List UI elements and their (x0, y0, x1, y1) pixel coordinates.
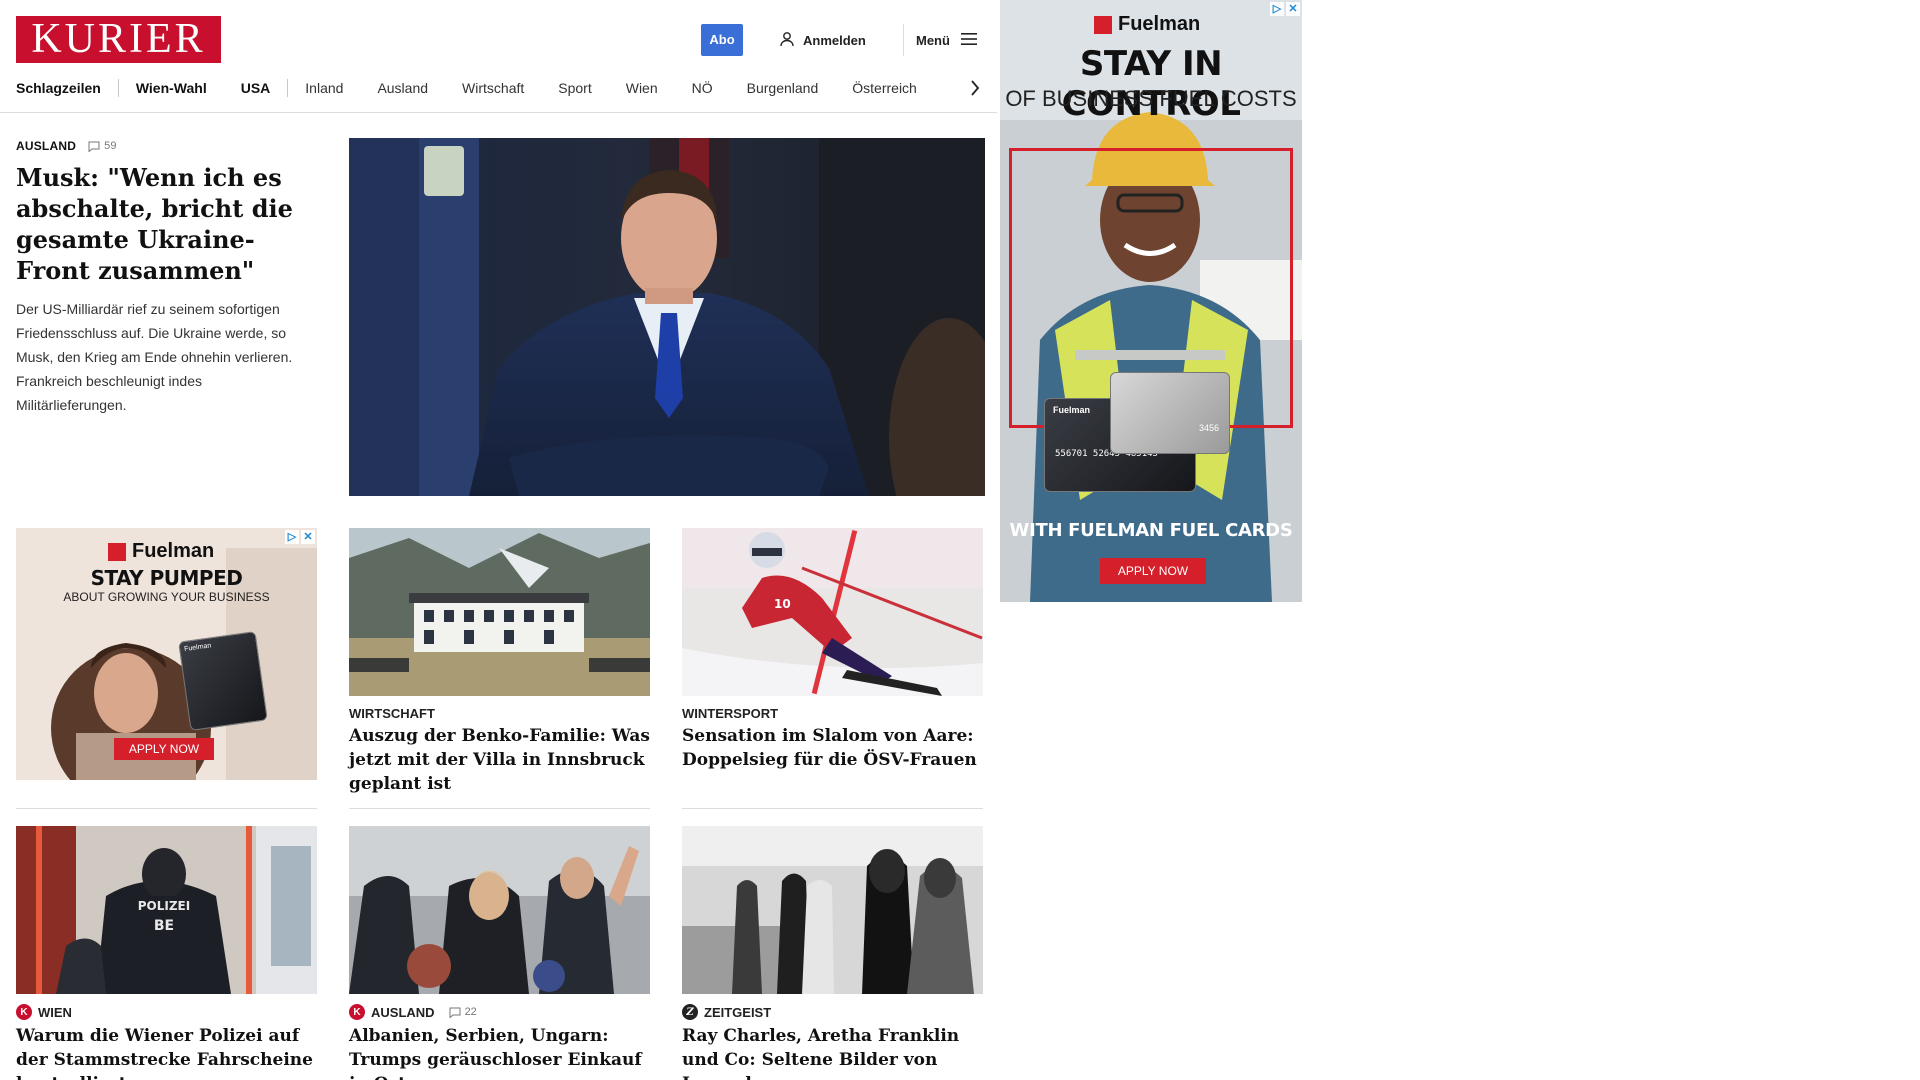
section-nav: Schlagzeilen Wien-Wahl USA Inland Auslan… (16, 76, 934, 100)
card-title[interactable]: Sensation im Slalom von Aare: Doppelsieg… (682, 724, 983, 772)
card-title[interactable]: Albanien, Serbien, Ungarn: Trumps geräus… (349, 1024, 650, 1080)
row-divider (682, 808, 983, 809)
nav-item-inland[interactable]: Inland (288, 76, 360, 100)
row-divider (16, 808, 317, 809)
menu-label: Menü (916, 32, 950, 48)
fuelman-brand: Fuelman (108, 540, 214, 563)
comment-icon (449, 1007, 461, 1018)
kurier-plus-badge-icon: K (16, 1004, 32, 1020)
card-title[interactable]: Ray Charles, Aretha Franklin und Co: Sel… (682, 1024, 983, 1080)
kurier-plus-badge-icon: K (349, 1004, 365, 1020)
card-kicker: WIEN (38, 1004, 72, 1020)
ad-headline: STAY IN CONTROL (1061, 44, 1241, 124)
fuelman-brand-label: Fuelman (1118, 13, 1201, 35)
nav-item-burgenland[interactable]: Burgenland (730, 76, 836, 100)
nav-item-schlagzeilen[interactable]: Schlagzeilen (16, 76, 118, 100)
fuel-card-back-image: 3456 (1110, 372, 1230, 454)
fuelman-logo-icon (108, 542, 126, 561)
card-title[interactable]: Auszug der Benko-Familie: Was jetzt mit … (349, 724, 650, 796)
header-divider (903, 24, 904, 56)
nav-item-wirtschaft[interactable]: Wirtschaft (445, 76, 541, 100)
card-image-police[interactable]: POLIZEI BE (16, 826, 317, 994)
nav-item-sport[interactable]: Sport (541, 76, 608, 100)
nav-item-oesterreich[interactable]: Österreich (835, 76, 934, 100)
card-kicker[interactable]: WINTERSPORT (682, 706, 778, 721)
user-icon (779, 31, 795, 50)
ad-tagline: WITH FUELMAN FUEL CARDS (1009, 520, 1293, 541)
card-title[interactable]: Warum die Wiener Polizei auf der Stammst… (16, 1024, 317, 1080)
svg-text:BE: BE (154, 918, 174, 934)
nav-item-wien-wahl[interactable]: Wien-Wahl (119, 76, 224, 100)
comment-count[interactable]: 59 (88, 140, 117, 152)
row-divider (349, 808, 650, 809)
lead-teaser: Der US-Milliardär rief zu seinem soforti… (16, 301, 293, 413)
hamburger-icon (960, 32, 978, 49)
login-label: Anmelden (803, 32, 866, 48)
nav-item-ausland[interactable]: Ausland (360, 76, 445, 100)
zeitgeist-badge-icon: Z (682, 1004, 698, 1020)
card-meta-wien[interactable]: K WIEN (16, 1004, 72, 1020)
fuelman-small-ad[interactable]: ▷ ✕ Fuelman STAY PUMPED ABOUT GROWING YOU… (16, 528, 317, 780)
adchoices-icon[interactable]: ▷ ✕ (285, 530, 315, 544)
apply-now-button[interactable]: APPLY NOW (114, 738, 214, 760)
card-image-legends[interactable] (682, 826, 983, 994)
abo-button[interactable]: Abo (701, 24, 743, 56)
fuelman-logo-icon (1094, 15, 1112, 34)
lead-image[interactable] (349, 138, 985, 496)
fuelman-brand-label: Fuelman (132, 540, 215, 562)
ad-headline: STAY PUMPED (90, 566, 243, 590)
card-image-slalom[interactable]: 10 (682, 528, 983, 696)
site-header: KURIER Abo Anmelden Menü Schlagzeilen Wi… (0, 0, 997, 113)
lead-article[interactable]: AUSLAND 59 Musk: "Wenn ich es abschalte,… (16, 138, 306, 417)
lead-kicker[interactable]: AUSLAND (16, 139, 76, 153)
kurier-logo[interactable]: KURIER (16, 16, 221, 63)
ad-subline: ABOUT GROWING YOUR BUSINESS (63, 590, 270, 604)
card-kicker: ZEITGEIST (704, 1004, 772, 1020)
fuel-card-image: Fuelman (178, 631, 268, 731)
card-image-trump[interactable] (349, 826, 650, 994)
card-meta-ausland[interactable]: K AUSLAND 22 (349, 1004, 477, 1020)
ad-subline: OF BUSINESS FUEL COSTS (1005, 86, 1297, 111)
lead-title[interactable]: Musk: "Wenn ich es abschalte, bricht die… (16, 162, 306, 286)
svg-text:10: 10 (774, 597, 791, 611)
card-kicker: AUSLAND (371, 1004, 435, 1020)
adchoices-icon[interactable]: ▷ ✕ (1270, 2, 1300, 16)
card-kicker[interactable]: WIRTSCHAFT (349, 706, 435, 721)
fuelman-skyscraper-ad[interactable]: ▷ ✕ Fuelman STAY IN CONTROL OF BUSINESS F… (1000, 0, 1302, 602)
comment-count-value: 22 (464, 1006, 477, 1018)
nav-item-usa[interactable]: USA (224, 76, 288, 100)
card-image-villa[interactable] (349, 528, 650, 696)
login-button[interactable]: Anmelden (779, 29, 866, 51)
comment-icon (88, 141, 100, 152)
fuelman-brand: Fuelman (1094, 13, 1200, 36)
svg-text:POLIZEI: POLIZEI (138, 899, 190, 913)
card-meta-zeitgeist[interactable]: Z ZEITGEIST (682, 1004, 771, 1020)
nav-item-wien[interactable]: Wien (609, 76, 675, 100)
lead-comments: 59 (104, 140, 117, 152)
apply-now-button[interactable]: APPLY NOW (1100, 558, 1206, 584)
menu-button[interactable]: Menü (916, 29, 978, 51)
nav-item-noe[interactable]: NÖ (675, 76, 730, 100)
nav-scroll-right-icon[interactable] (966, 76, 984, 100)
comment-count[interactable]: 22 (449, 1006, 477, 1018)
